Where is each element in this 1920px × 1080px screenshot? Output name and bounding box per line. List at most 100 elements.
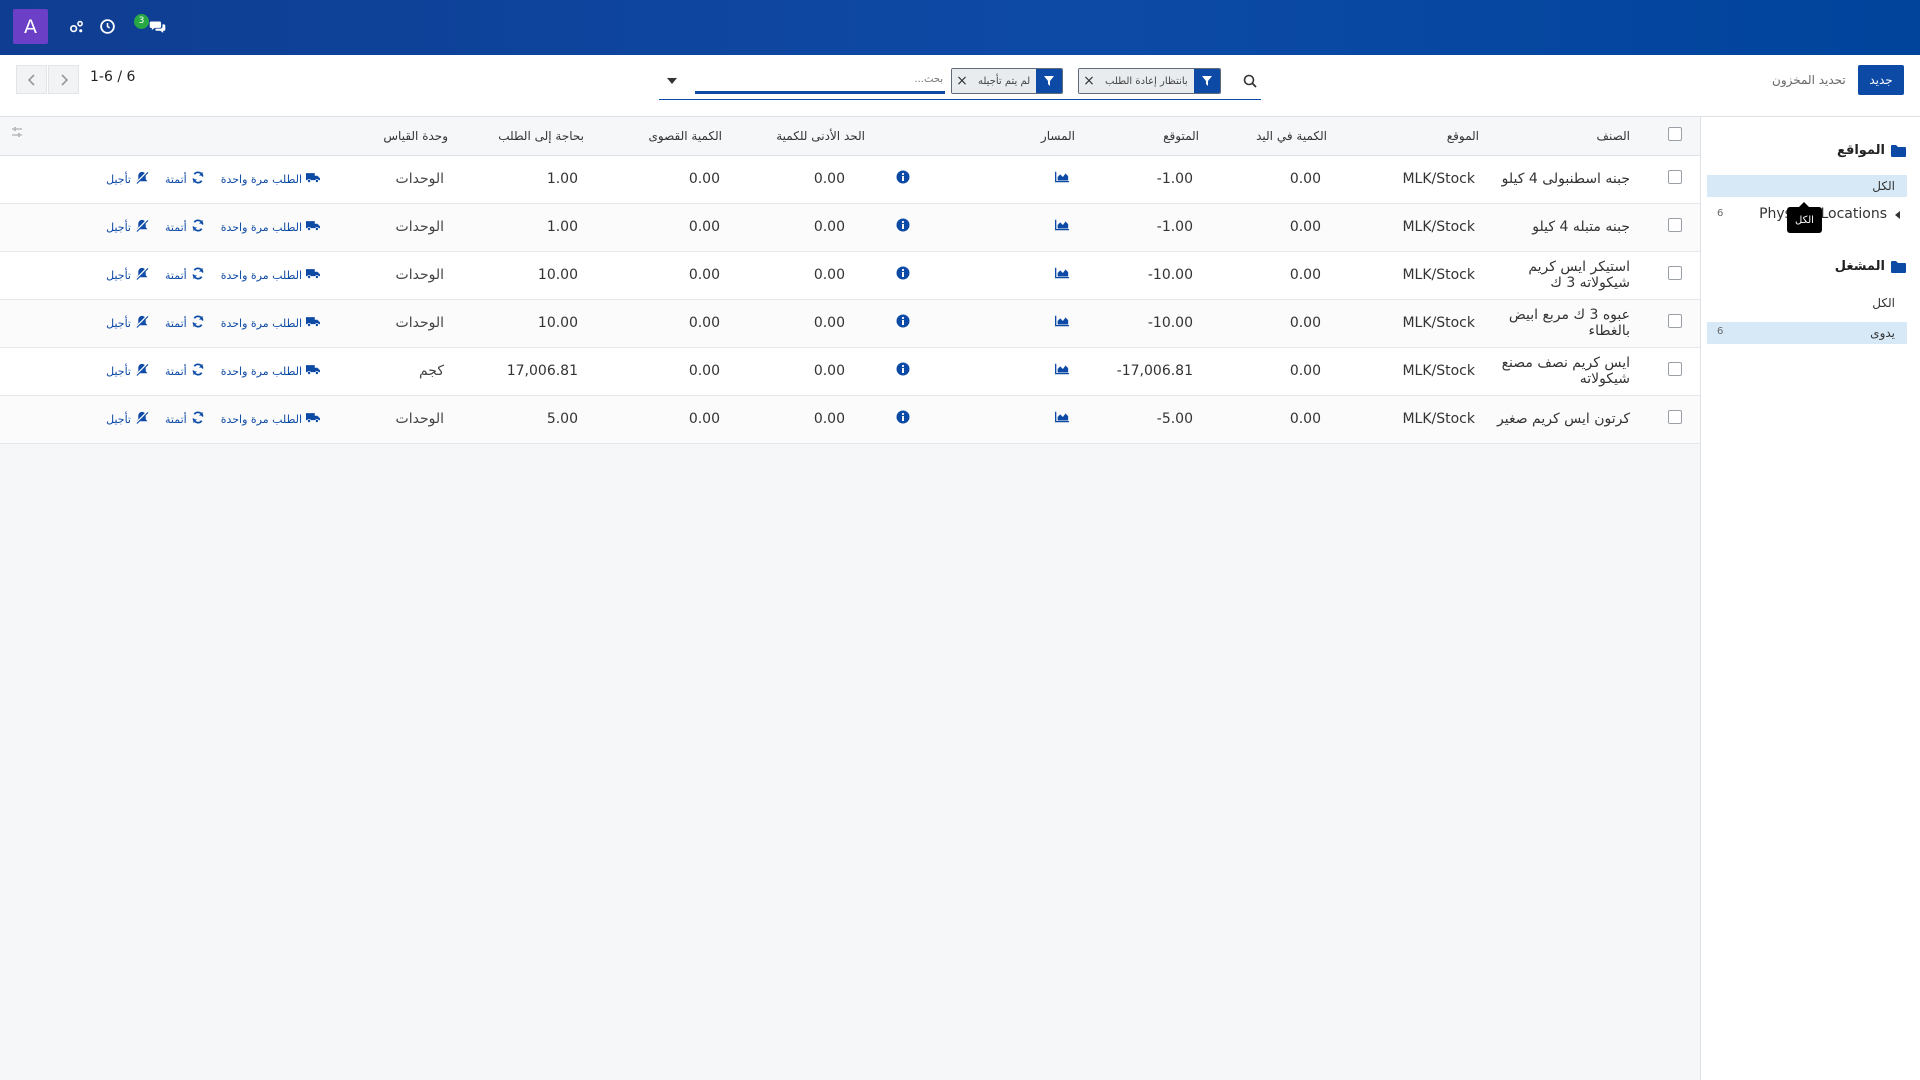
info-icon[interactable] [896, 266, 910, 280]
min-qty-cell[interactable]: 0.00 [730, 251, 865, 300]
automate-button[interactable]: أتمتة [165, 267, 205, 283]
min-qty-cell[interactable]: 0.00 [730, 395, 865, 444]
to-order-cell[interactable]: 5.00 [460, 395, 590, 444]
table-row[interactable]: الطلب مرة واحدة أتمتة تأجيل الوحدات 5.00 0.00… [0, 395, 1700, 444]
row-checkbox[interactable] [1650, 395, 1700, 444]
max-qty-cell[interactable]: 0.00 [590, 299, 730, 348]
table-row[interactable]: الطلب مرة واحدة أتمتة تأجيل الوحدات 1.00 0.00… [0, 203, 1700, 252]
info-icon[interactable] [896, 218, 910, 232]
messages-icon[interactable] [145, 14, 169, 38]
location-cell[interactable]: MLK/Stock [1335, 251, 1485, 300]
to-order-cell[interactable]: 1.00 [460, 155, 590, 204]
pager-value[interactable]: 1-6 / 6 [90, 69, 135, 85]
order-once-button[interactable]: الطلب مرة واحدة [221, 363, 320, 379]
area-chart-icon[interactable] [1055, 170, 1069, 184]
to-order-cell[interactable]: 1.00 [460, 203, 590, 252]
on-hand-cell[interactable]: 0.00 [1205, 155, 1335, 204]
trigger-filter-manual[interactable]: 6 يدوى [1707, 322, 1907, 344]
row-checkbox[interactable] [1650, 155, 1700, 204]
product-cell[interactable]: جبنه اسطنبولى 4 كيلو [1485, 155, 1650, 204]
max-qty-cell[interactable]: 0.00 [590, 251, 730, 300]
area-chart-icon[interactable] [1055, 410, 1069, 424]
forecast-cell[interactable]: -17,006.81 [1075, 347, 1205, 396]
forecast-cell[interactable]: -5.00 [1075, 395, 1205, 444]
location-cell[interactable]: MLK/Stock [1335, 299, 1485, 348]
uom-cell[interactable]: الوحدات [360, 155, 460, 204]
snooze-button[interactable]: تأجيل [106, 363, 149, 379]
min-qty-cell[interactable]: 0.00 [730, 347, 865, 396]
area-chart-icon[interactable] [1055, 362, 1069, 376]
location-cell[interactable]: MLK/Stock [1335, 203, 1485, 252]
area-chart-icon[interactable] [1055, 266, 1069, 280]
uom-cell[interactable]: الوحدات [360, 203, 460, 252]
column-header-product[interactable]: الصنف [1485, 117, 1650, 156]
order-once-button[interactable]: الطلب مرة واحدة [221, 315, 320, 331]
on-hand-cell[interactable]: 0.00 [1205, 347, 1335, 396]
product-cell[interactable]: عبوه 3 ك مربع ابيض بالغطاء [1485, 299, 1650, 348]
column-header-uom[interactable]: وحدة القياس [360, 117, 460, 156]
row-checkbox[interactable] [1650, 347, 1700, 396]
pager-next-button[interactable] [48, 65, 79, 94]
forecast-cell[interactable]: -10.00 [1075, 299, 1205, 348]
activity-clock-icon[interactable] [95, 14, 119, 38]
area-chart-icon[interactable] [1055, 314, 1069, 328]
update-quantities-button[interactable]: تحديد المخزون [1772, 73, 1846, 87]
order-once-button[interactable]: الطلب مرة واحدة [221, 411, 320, 427]
location-cell[interactable]: MLK/Stock [1335, 347, 1485, 396]
max-qty-cell[interactable]: 0.00 [590, 395, 730, 444]
search-icon[interactable] [1242, 73, 1258, 89]
debug-icon[interactable] [64, 14, 88, 38]
caret-left-icon[interactable] [1895, 211, 1901, 219]
on-hand-cell[interactable]: 0.00 [1205, 251, 1335, 300]
column-header-to-order[interactable]: بحاجة إلى الطلب [460, 117, 590, 156]
snooze-button[interactable]: تأجيل [106, 411, 149, 427]
select-all-checkbox[interactable] [1650, 117, 1700, 156]
table-row[interactable]: الطلب مرة واحدة أتمتة تأجيل الوحدات 1.00 0.00… [0, 155, 1700, 204]
info-icon[interactable] [896, 170, 910, 184]
row-checkbox[interactable] [1650, 203, 1700, 252]
column-header-route[interactable]: المسار [940, 117, 1075, 156]
product-cell[interactable]: كرتون ايس كريم صغير [1485, 395, 1650, 444]
info-icon[interactable] [896, 410, 910, 424]
to-order-cell[interactable]: 10.00 [460, 251, 590, 300]
on-hand-cell[interactable]: 0.00 [1205, 299, 1335, 348]
product-cell[interactable]: جبنه متبله 4 كيلو [1485, 203, 1650, 252]
max-qty-cell[interactable]: 0.00 [590, 347, 730, 396]
location-cell[interactable]: MLK/Stock [1335, 155, 1485, 204]
table-row[interactable]: الطلب مرة واحدة أتمتة تأجيل كجم 17,006.81 0.0… [0, 347, 1700, 396]
column-header-on-hand[interactable]: الكمية في اليد [1205, 117, 1335, 156]
column-header-location[interactable]: الموقع [1335, 117, 1485, 156]
max-qty-cell[interactable]: 0.00 [590, 155, 730, 204]
column-header-min-qty[interactable]: الحد الأدنى للكمية [730, 117, 865, 156]
pager-previous-button[interactable] [16, 65, 47, 94]
uom-cell[interactable]: كجم [360, 347, 460, 396]
app-avatar[interactable]: A [13, 9, 48, 44]
order-once-button[interactable]: الطلب مرة واحدة [221, 219, 320, 235]
optional-columns-toggle[interactable] [0, 117, 360, 156]
caret-down-icon[interactable] [666, 76, 678, 86]
uom-cell[interactable]: الوحدات [360, 299, 460, 348]
to-order-cell[interactable]: 17,006.81 [460, 347, 590, 396]
automate-button[interactable]: أتمتة [165, 171, 205, 187]
info-icon[interactable] [896, 314, 910, 328]
row-checkbox[interactable] [1650, 251, 1700, 300]
min-qty-cell[interactable]: 0.00 [730, 203, 865, 252]
close-icon[interactable]: × [1079, 69, 1099, 93]
column-header-forecast[interactable]: المتوقع [1075, 117, 1205, 156]
snooze-button[interactable]: تأجيل [106, 315, 149, 331]
on-hand-cell[interactable]: 0.00 [1205, 203, 1335, 252]
on-hand-cell[interactable]: 0.00 [1205, 395, 1335, 444]
product-cell[interactable]: ايس كريم نصف مصنع شيكولاته [1485, 347, 1650, 396]
location-filter-all[interactable]: الكل [1707, 175, 1907, 197]
automate-button[interactable]: أتمتة [165, 219, 205, 235]
location-cell[interactable]: MLK/Stock [1335, 395, 1485, 444]
create-button[interactable]: جديد [1858, 65, 1904, 95]
snooze-button[interactable]: تأجيل [106, 171, 149, 187]
row-checkbox[interactable] [1650, 299, 1700, 348]
max-qty-cell[interactable]: 0.00 [590, 203, 730, 252]
min-qty-cell[interactable]: 0.00 [730, 155, 865, 204]
column-header-max-qty[interactable]: الكمية القصوى [590, 117, 730, 156]
automate-button[interactable]: أتمتة [165, 315, 205, 331]
table-row[interactable]: الطلب مرة واحدة أتمتة تأجيل الوحدات 10.00 0.0… [0, 299, 1700, 348]
forecast-cell[interactable]: -1.00 [1075, 155, 1205, 204]
